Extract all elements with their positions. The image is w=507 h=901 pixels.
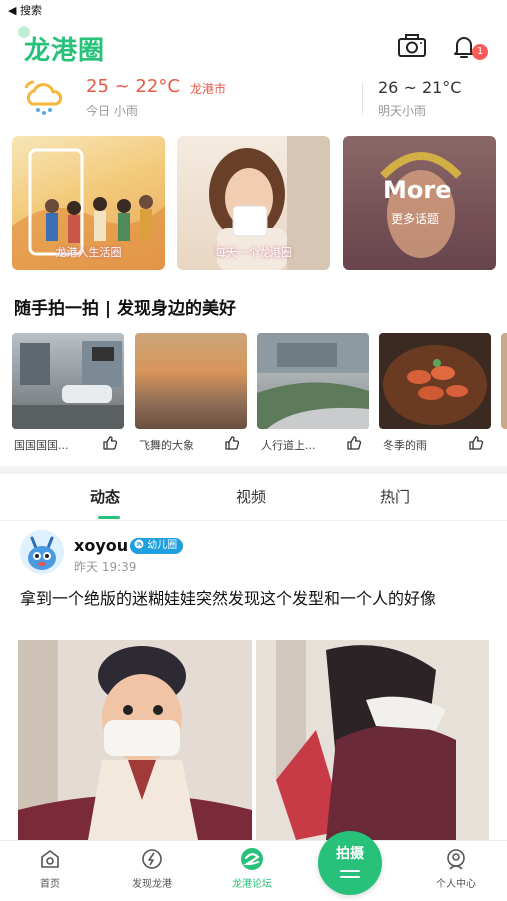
tab-home[interactable]: 首页 [10, 847, 90, 890]
today-temperature: 25 ~ 22°C [86, 76, 180, 97]
tab-label: 首页 [40, 879, 60, 890]
tab-profile[interactable]: 个人中心 [416, 847, 496, 890]
city-label: 龙港市 [190, 82, 227, 96]
photo-caption: 国国国国... [14, 439, 69, 452]
active-tab-indicator [98, 516, 120, 519]
tab-label: 龙港论坛 [232, 879, 272, 890]
doll-photo-1 [18, 640, 252, 840]
more-topics-title: More [383, 176, 452, 204]
section-separator [0, 466, 507, 474]
photo-card[interactable] [257, 333, 369, 429]
photo-card-partial[interactable] [501, 333, 507, 429]
tab-hot[interactable]: 热门 [380, 486, 410, 507]
feed-post[interactable]: xoyou 幼儿圈 昨天 19:39 拿到一个绝版的迷糊娃娃突然发现这个发型和一… [0, 520, 507, 840]
more-topics-caption: 更多话题 [391, 212, 440, 226]
photo-card[interactable] [379, 333, 491, 429]
photo-shrimp-image [383, 345, 487, 425]
discover-icon [142, 849, 162, 869]
profile-icon [447, 849, 465, 870]
post-time: 昨天 19:39 [74, 560, 137, 574]
menu-lines-icon [340, 870, 360, 878]
photo-street-image [12, 341, 124, 429]
tab-discover[interactable]: 发现龙港 [112, 847, 192, 890]
bottom-tab-bar: 首页 发现龙港 龙港论坛 拍摄 个人中心 [0, 831, 507, 901]
post-image[interactable] [256, 640, 489, 840]
topic-cards: 龙港人生活圈 每天一个龙港圈 More 更多话题 [12, 136, 496, 270]
like-icon[interactable] [468, 435, 484, 451]
home-icon [41, 850, 59, 868]
tab-dynamic[interactable]: 动态 [90, 486, 120, 507]
tag-icon [134, 539, 144, 549]
topic-card-more[interactable]: More 更多话题 [343, 136, 496, 270]
status-bar: ◀ 搜索 [0, 0, 507, 18]
tomorrow-weather-desc: 明天小雨 [378, 104, 427, 118]
post-text[interactable]: 拿到一个绝版的迷糊娃娃突然发现这个发型和一个人的好像 [20, 586, 490, 612]
topic-caption: 龙港人生活圈 [55, 246, 122, 259]
doll-photo-2 [256, 640, 489, 840]
photo-caption: 人行道上... [261, 439, 316, 452]
circle-tag-badge[interactable]: 幼儿圈 [130, 538, 184, 554]
weather-widget[interactable]: 25 ~ 22°C 龙港市 今日 小雨 26 ~ 21°C 明天小雨 [0, 72, 507, 124]
shoot-button[interactable]: 拍摄 [318, 831, 382, 895]
post-username[interactable]: xoyou [74, 536, 128, 555]
tab-label: 发现龙港 [132, 879, 172, 890]
camera-icon[interactable] [396, 30, 428, 62]
avatar[interactable] [20, 530, 64, 574]
like-icon[interactable] [224, 435, 240, 451]
like-icon[interactable] [346, 435, 362, 451]
app-header: 龙港圈 1 [0, 22, 507, 72]
photo-caption: 冬季的雨 [383, 439, 427, 452]
notification-badge: 1 [472, 44, 488, 60]
topic-caption: 每天一个龙港圈 [215, 246, 292, 259]
tomorrow-temperature: 26 ~ 21°C [378, 78, 462, 97]
today-weather-desc: 今日 小雨 [86, 104, 138, 118]
topic-card-daily[interactable]: 每天一个龙港圈 [177, 136, 330, 270]
shoot-label: 拍摄 [336, 846, 364, 862]
feed-tabs: 动态 视频 热门 [0, 474, 507, 521]
app-logo: 龙港圈 [24, 36, 106, 66]
photo-card[interactable] [135, 333, 247, 429]
back-to-search-link[interactable]: ◀ 搜索 [8, 2, 42, 18]
photo-carousel[interactable]: 国国国国... 飞舞的大象 人行道上... 冬季的雨 [12, 333, 507, 459]
photo-caption: 飞舞的大象 [139, 439, 194, 452]
post-image[interactable] [18, 640, 252, 840]
circle-tag-label: 幼儿圈 [147, 540, 178, 551]
avatar-image [20, 530, 64, 574]
like-icon[interactable] [102, 435, 118, 451]
photo-sidewalk-image [257, 333, 369, 429]
photo-section-title: 随手拍一拍 | 发现身边的美好 [14, 299, 237, 319]
photo-card[interactable] [12, 333, 124, 429]
topic-card-life-circle[interactable]: 龙港人生活圈 [12, 136, 165, 270]
weather-divider [362, 82, 363, 114]
tab-forum[interactable]: 龙港论坛 [212, 847, 292, 890]
forum-icon [241, 848, 263, 870]
tab-video[interactable]: 视频 [236, 486, 266, 507]
rain-cloud-icon [24, 80, 63, 115]
tab-label: 个人中心 [436, 879, 476, 890]
